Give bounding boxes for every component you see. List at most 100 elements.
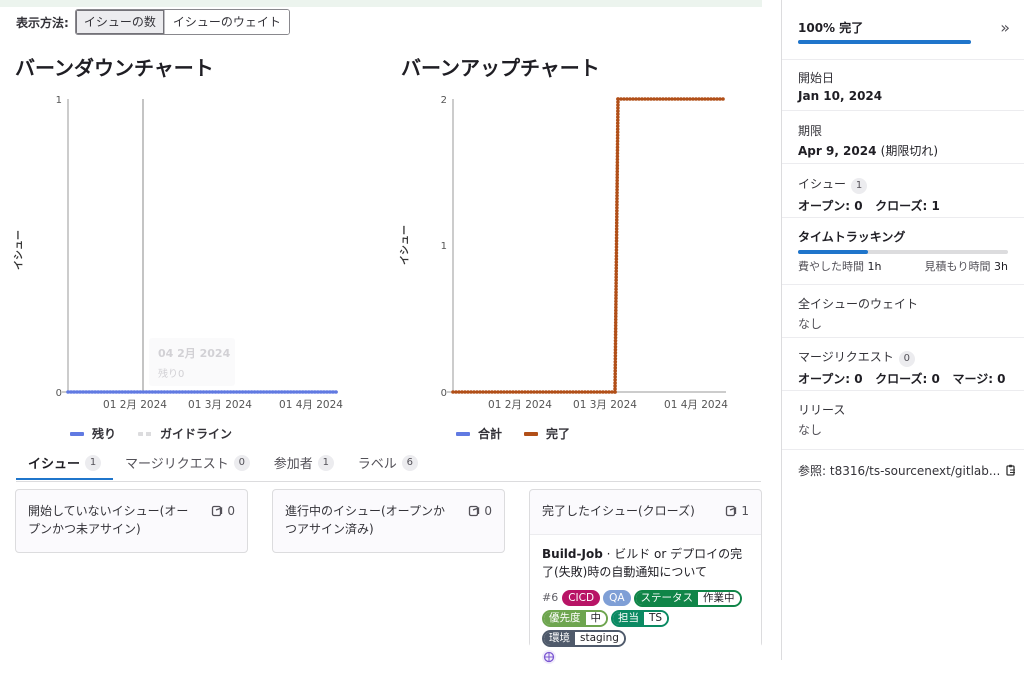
mr-count-badge: 0 bbox=[898, 351, 915, 367]
issue-card-title[interactable]: Build-Job · ビルド or デプロイの完了(失敗)時の自動通知について bbox=[542, 545, 749, 581]
issue-card-title-project: Build-Job bbox=[542, 547, 603, 561]
view-toggle-label: 表示方法: bbox=[16, 15, 69, 30]
tab-labels[interactable]: ラベル 6 bbox=[346, 445, 430, 480]
time-tracking-bar-fill bbox=[798, 250, 868, 254]
legend-item-total[interactable]: 合計 bbox=[456, 425, 502, 442]
label-status[interactable]: ステータス 作業中 bbox=[633, 589, 742, 607]
label-status-key: ステータス bbox=[635, 591, 699, 605]
tab-issues-label: イシュー bbox=[28, 457, 81, 472]
mr-merged: マージ: 0 bbox=[952, 372, 1006, 386]
collapse-sidebar-icon[interactable]: » bbox=[1000, 18, 1010, 37]
issues-icon bbox=[212, 505, 223, 517]
issues-icon bbox=[726, 505, 737, 517]
tab-merge-requests-count: 0 bbox=[233, 454, 250, 471]
burndown-remaining-series bbox=[66, 390, 338, 394]
legend-label-total: 合計 bbox=[478, 427, 503, 441]
time-tracking-bar bbox=[798, 250, 1008, 254]
avatar-icon bbox=[542, 650, 556, 664]
legend-item-guideline[interactable]: ガイドライン bbox=[138, 425, 232, 442]
burndown-x-tick-feb: 01 2月 2024 bbox=[103, 399, 167, 411]
label-cicd[interactable]: CICD bbox=[562, 590, 601, 606]
burndown-x-tick-mar: 01 3月 2024 bbox=[188, 399, 252, 411]
sidebar-issues: イシュー 1 オープン: 0 クローズ: 1 bbox=[782, 175, 1024, 218]
burndown-chart: イシュー 1 0 04 2月 2024 残り0 01 2月 2024 01 3月… bbox=[13, 95, 343, 411]
sidebar-weight: 全イシューのウェイト なし bbox=[782, 295, 1024, 338]
burnup-legend: 合計 完了 bbox=[456, 425, 570, 442]
issue-card[interactable]: Build-Job · ビルド or デプロイの完了(失敗)時の自動通知について… bbox=[530, 534, 761, 675]
label-owner-value: TS bbox=[644, 612, 668, 625]
mr-closed: クローズ: 0 bbox=[875, 372, 940, 386]
tab-issues-count: 1 bbox=[85, 454, 102, 471]
sidebar-start-date: 開始日 Jan 10, 2024 bbox=[782, 69, 1024, 111]
time-estimate-label: 見積もり時間 bbox=[924, 260, 991, 273]
board-in-progress-issues: 進行中のイシュー(オープンかつアサイン済み) 0 bbox=[272, 489, 505, 553]
due-date-label: 期限 bbox=[798, 124, 823, 138]
issues-open: オープン: 0 bbox=[798, 199, 863, 213]
mr-label: マージリクエスト bbox=[798, 350, 894, 364]
burndown-y-tick-1: 1 bbox=[56, 95, 62, 106]
burnup-y-tick-1: 1 bbox=[441, 241, 447, 252]
milestone-sidebar: 100% 完了 » 開始日 Jan 10, 2024 期限 Apr 9, 202… bbox=[781, 0, 1024, 660]
legend-label-guideline: ガイドライン bbox=[160, 427, 233, 441]
burnup-title: バーンアップチャート bbox=[401, 56, 600, 80]
legend-item-completed[interactable]: 完了 bbox=[524, 425, 570, 442]
label-qa[interactable]: QA bbox=[603, 590, 631, 606]
copy-reference-icon[interactable] bbox=[1006, 464, 1017, 476]
tab-merge-requests-label: マージリクエスト bbox=[125, 457, 229, 472]
label-environment-value: staging bbox=[575, 632, 624, 645]
progress-bar bbox=[798, 40, 971, 44]
tab-merge-requests[interactable]: マージリクエスト 0 bbox=[113, 445, 262, 480]
tab-labels-count: 6 bbox=[401, 454, 418, 471]
time-tracking-title: タイムトラッキング bbox=[798, 230, 906, 244]
view-option-issue-weight[interactable]: イシューのウェイト bbox=[163, 10, 289, 34]
label-owner-key: 担当 bbox=[613, 612, 644, 625]
board-unstarted-title: 開始していないイシュー(オープンかつ未アサイン) bbox=[28, 504, 189, 536]
board-closed-count: 1 bbox=[725, 502, 749, 520]
issue-card-labels: #6 CICD QA ステータス 作業中 優先度中 担当 TS 環境 staging bbox=[542, 589, 749, 647]
label-environment[interactable]: 環境 staging bbox=[542, 630, 626, 647]
issues-icon bbox=[469, 505, 480, 517]
burndown-tooltip-text: 残り0 bbox=[158, 367, 184, 380]
view-option-issue-count[interactable]: イシューの数 bbox=[75, 10, 164, 34]
sidebar-reference: 参照: t8316/ts-sourcenext/gitlab... bbox=[782, 462, 1024, 478]
legend-label-remaining: 残り bbox=[92, 427, 117, 441]
data-point bbox=[334, 390, 338, 394]
time-estimate-value: 3h bbox=[994, 260, 1008, 273]
tab-participants-label: 参加者 bbox=[273, 457, 313, 472]
board-unstarted-issues: 開始していないイシュー(オープンかつ未アサイン) 0 bbox=[15, 489, 248, 553]
burnup-x-tick-feb: 01 2月 2024 bbox=[488, 399, 552, 411]
legend-swatch-completed bbox=[524, 431, 539, 436]
burnup-x-tick-mar: 01 3月 2024 bbox=[573, 399, 637, 411]
board-in-progress-count: 0 bbox=[468, 502, 492, 520]
legend-item-remaining[interactable]: 残り bbox=[70, 425, 116, 442]
tab-issues[interactable]: イシュー 1 bbox=[16, 445, 113, 480]
progress-text: 100% 完了 bbox=[798, 21, 864, 35]
burndown-title: バーンダウンチャート bbox=[15, 56, 214, 80]
legend-label-completed: 完了 bbox=[546, 427, 571, 441]
label-status-value: 作業中 bbox=[698, 591, 740, 605]
tab-participants[interactable]: 参加者 1 bbox=[262, 445, 346, 480]
board-unstarted-count-value: 0 bbox=[227, 504, 235, 518]
tab-labels-label: ラベル bbox=[357, 457, 397, 472]
sidebar-time-tracking: タイムトラッキング 費やした時間 1h 見積もり時間 3h bbox=[782, 228, 1024, 285]
time-spent-value: 1h bbox=[867, 260, 882, 273]
label-priority[interactable]: 優先度中 bbox=[542, 610, 608, 627]
burndown-y-tick-0: 0 bbox=[56, 388, 62, 399]
release-value: なし bbox=[798, 423, 823, 437]
legend-swatch-total bbox=[456, 431, 470, 436]
sidebar-due-date: 期限 Apr 9, 2024 (期限切れ) bbox=[782, 122, 1024, 164]
milestone-tabs: イシュー 1 マージリクエスト 0 参加者 1 ラベル 6 bbox=[16, 445, 761, 482]
label-owner[interactable]: 担当 TS bbox=[611, 610, 670, 627]
board-in-progress-count-value: 0 bbox=[484, 504, 492, 518]
burndown-tooltip: 04 2月 2024 残り0 bbox=[149, 338, 235, 386]
weight-value: なし bbox=[798, 317, 823, 331]
reference-text: 参照: t8316/ts-sourcenext/gitlab... bbox=[798, 463, 1001, 478]
label-environment-key: 環境 bbox=[544, 632, 575, 645]
sidebar-progress: 100% 完了 » bbox=[782, 18, 1024, 60]
view-toggle-group: イシューの数 イシューのウェイト bbox=[74, 9, 290, 35]
legend-swatch-guideline bbox=[138, 431, 153, 436]
series-line bbox=[453, 98, 723, 393]
label-priority-key: 優先度 bbox=[544, 612, 586, 625]
board-in-progress-title: 進行中のイシュー(オープンかつアサイン済み) bbox=[285, 504, 445, 536]
weight-label: 全イシューのウェイト bbox=[798, 297, 919, 311]
